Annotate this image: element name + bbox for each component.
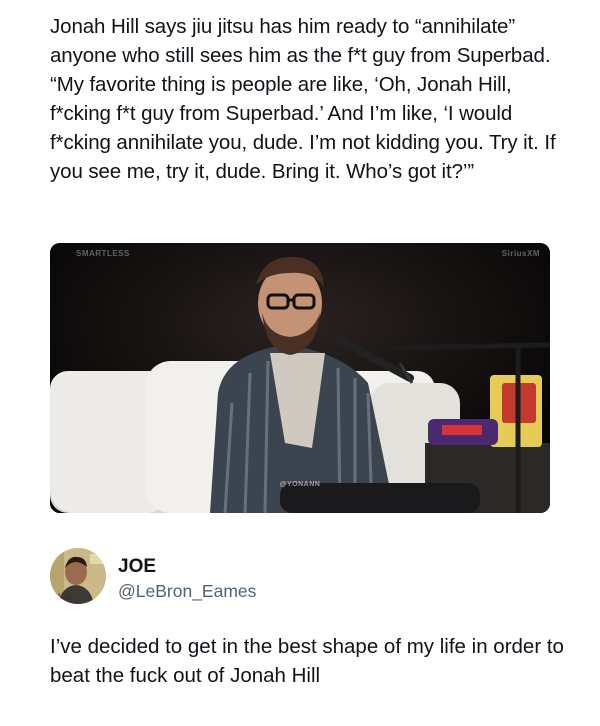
reply-text: I’ve decided to get in the best shape of… bbox=[50, 635, 564, 687]
reply-header: JOE JOE @LeBron_Eames bbox=[50, 545, 570, 607]
reply-author-name[interactable]: JOE bbox=[118, 556, 156, 578]
post-text: Jonah Hill says jiu jitsu has him ready … bbox=[50, 15, 556, 183]
watermark-siriusxm: SiriusXM bbox=[501, 249, 540, 258]
post-video-thumbnail[interactable]: SMARTLESS SiriusXM @YONANN bbox=[50, 243, 550, 513]
avatar-image: JOE bbox=[50, 548, 106, 604]
reply-author-handle[interactable]: @LeBron_Eames bbox=[118, 581, 256, 602]
watermark-smartless: SMARTLESS bbox=[76, 249, 130, 258]
watermark-handle: @YONANN bbox=[279, 481, 321, 488]
avatar[interactable]: JOE bbox=[50, 548, 106, 604]
svg-text:JOE: JOE bbox=[56, 592, 72, 602]
podcast-scene-image bbox=[50, 243, 550, 513]
